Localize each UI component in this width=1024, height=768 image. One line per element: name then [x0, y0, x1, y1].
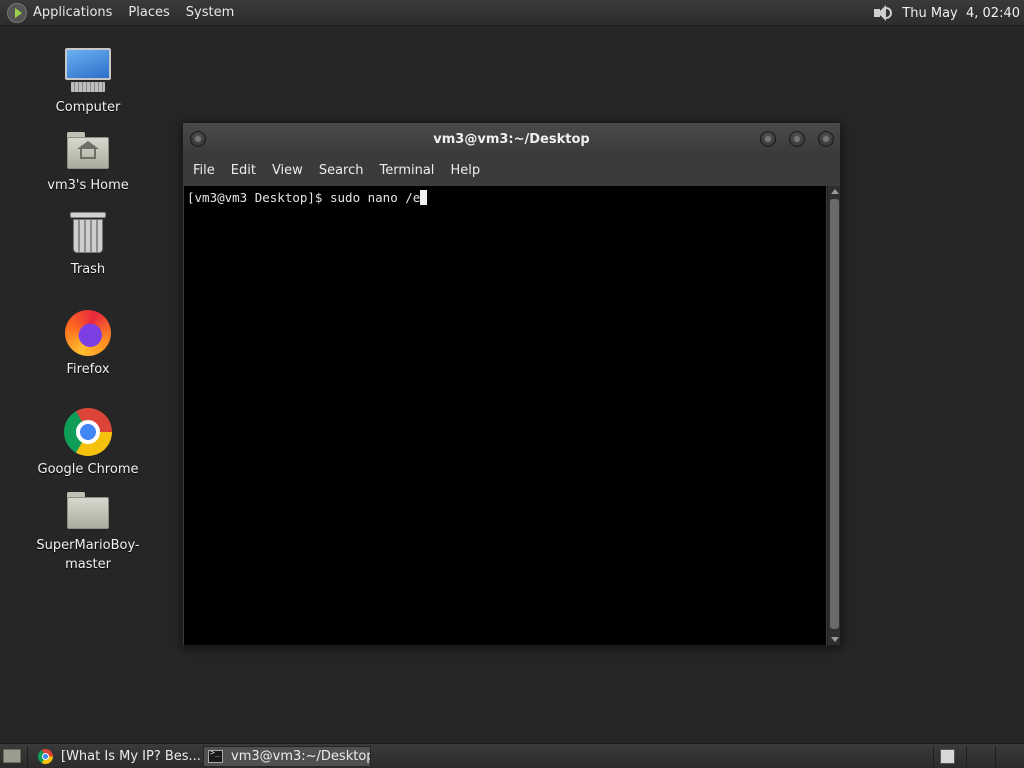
maximize-button[interactable]	[789, 131, 805, 147]
menu-search[interactable]: Search	[311, 163, 372, 178]
distro-logo-icon[interactable]	[7, 2, 27, 23]
desktop-icon-label: Firefox	[66, 362, 110, 377]
typed-command: sudo nano /e	[330, 190, 421, 205]
menu-view[interactable]: View	[264, 163, 311, 178]
scroll-up-arrow-icon[interactable]	[831, 189, 839, 194]
chrome-icon	[64, 408, 112, 456]
desktop-icon-trash[interactable]: Trash	[33, 210, 143, 279]
top-panel: Applications Places System Thu May 4, 02…	[0, 0, 1024, 26]
show-desktop-icon[interactable]	[3, 749, 21, 763]
desktop-icon-chrome[interactable]: Google Chrome	[33, 408, 143, 479]
taskbar-item-label: [What Is My IP? Bes...	[61, 749, 200, 764]
firefox-icon	[65, 310, 111, 356]
minimize-button[interactable]	[760, 131, 776, 147]
desktop-icon-label: Trash	[70, 262, 106, 277]
taskbar-item-label: vm3@vm3:~/Desktop	[231, 749, 371, 764]
terminal-scrollbar[interactable]	[827, 186, 840, 645]
terminal-output[interactable]: [vm3@vm3 Desktop]$ sudo nano /e	[184, 186, 826, 645]
desktop-icon-label: Google Chrome	[37, 462, 139, 477]
desktop-icon-label: SuperMarioBoy-master	[36, 538, 140, 572]
menu-edit[interactable]: Edit	[223, 163, 264, 178]
scrollbar-thumb[interactable]	[830, 199, 839, 629]
desktop-icon-firefox[interactable]: Firefox	[33, 310, 143, 379]
desktop-icon-home[interactable]: vm3's Home	[33, 130, 143, 195]
top-panel-tray: Thu May 4, 02:40	[872, 0, 1024, 26]
terminal-icon	[208, 748, 223, 763]
desktop-icon-label: vm3's Home	[47, 178, 129, 193]
menu-file[interactable]: File	[185, 163, 223, 178]
desktop-icon-label: Computer	[55, 100, 121, 115]
places-menu[interactable]: Places	[128, 5, 169, 20]
desktop-icon-computer[interactable]: Computer	[33, 46, 143, 117]
taskbar-item-chrome[interactable]: [What Is My IP? Bes...	[34, 746, 200, 767]
taskbar-item-terminal[interactable]: vm3@vm3:~/Desktop	[203, 746, 371, 767]
text-cursor	[420, 190, 428, 205]
trash-icon	[68, 210, 108, 256]
applications-menu[interactable]: Applications	[33, 5, 112, 20]
chrome-icon	[38, 749, 53, 764]
folder-icon	[65, 490, 111, 532]
menu-terminal[interactable]: Terminal	[371, 163, 442, 178]
shell-prompt: [vm3@vm3 Desktop]$	[187, 190, 330, 205]
menu-help[interactable]: Help	[442, 163, 488, 178]
workspace-switcher[interactable]	[940, 749, 955, 764]
home-folder-icon	[65, 130, 111, 172]
terminal-window: vm3@vm3:~/Desktop File Edit View Search …	[182, 122, 841, 646]
terminal-menubar: File Edit View Search Terminal Help	[183, 155, 840, 185]
system-menu[interactable]: System	[186, 5, 234, 20]
close-button[interactable]	[818, 131, 834, 147]
window-titlebar[interactable]: vm3@vm3:~/Desktop	[183, 123, 840, 155]
computer-icon	[63, 46, 113, 94]
bottom-panel: [What Is My IP? Bes... vm3@vm3:~/Desktop	[0, 743, 1024, 768]
clock[interactable]: Thu May 4, 02:40	[902, 6, 1020, 21]
desktop-icon-supermarioboy[interactable]: SuperMarioBoy-master	[33, 490, 143, 574]
window-title: vm3@vm3:~/Desktop	[433, 131, 590, 147]
scroll-down-arrow-icon[interactable]	[831, 637, 839, 642]
volume-icon[interactable]	[872, 3, 894, 23]
window-menu-button[interactable]	[190, 131, 206, 147]
